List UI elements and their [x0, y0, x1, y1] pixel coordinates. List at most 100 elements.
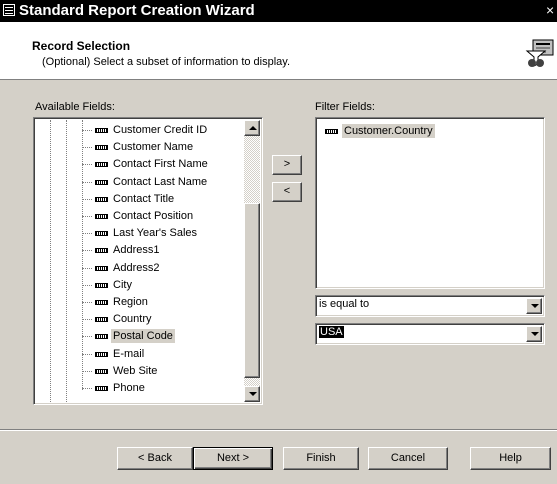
field-icon — [95, 351, 108, 357]
field-icon — [325, 129, 338, 134]
field-label: Customer Name — [113, 141, 194, 154]
tree-connector — [82, 388, 92, 389]
field-label: Contact Title — [113, 192, 175, 205]
back-button[interactable]: < Back — [117, 447, 193, 470]
close-icon[interactable]: × — [546, 3, 557, 18]
wizard-body: Available Fields: Customer Credit ID Cust… — [0, 80, 557, 484]
field-icon — [95, 265, 108, 271]
field-label: Contact Position — [113, 210, 194, 222]
window-title: Standard Report Creation Wizard — [19, 2, 255, 19]
next-button[interactable]: Next > — [193, 447, 273, 470]
filter-fields-list[interactable]: Customer.Country — [315, 117, 545, 289]
field-icon — [95, 179, 108, 185]
page-title: Record Selection — [32, 39, 131, 53]
field-icon — [95, 300, 108, 305]
add-field-button[interactable]: > — [272, 155, 302, 175]
tree-connector — [82, 336, 92, 338]
list-item[interactable]: Region — [82, 294, 244, 311]
field-label: Address2 — [113, 261, 160, 274]
tree-connector — [82, 250, 92, 252]
page-subtitle: (Optional) Select a subset of informatio… — [42, 56, 291, 68]
filter-field-label: Customer.Country — [342, 124, 435, 138]
chevron-down-icon — [531, 304, 539, 308]
finish-button[interactable]: Finish — [283, 447, 359, 470]
cancel-button[interactable]: Cancel — [368, 447, 448, 470]
tree-connector — [82, 164, 92, 166]
wizard-header: Record Selection (Optional) Select a sub… — [0, 22, 557, 80]
list-item[interactable]: Web Site — [82, 363, 244, 380]
field-label: Customer Credit ID — [113, 124, 208, 136]
tree-line — [66, 120, 67, 402]
list-item[interactable]: Last Year's Sales — [82, 225, 244, 242]
tree-connector — [82, 353, 92, 355]
list-item[interactable]: Customer Name — [82, 139, 244, 156]
field-icon — [95, 334, 108, 340]
field-icon — [95, 128, 108, 133]
field-icon — [95, 248, 108, 254]
tree-connector — [82, 370, 92, 372]
field-icon — [95, 368, 108, 374]
list-item[interactable]: Postal Code — [82, 328, 244, 345]
filter-value-combo[interactable]: USA — [315, 323, 545, 345]
field-icon — [95, 162, 108, 168]
available-fields-tree[interactable]: Customer Credit ID Customer Name Contact F… — [33, 117, 263, 405]
list-item[interactable]: Contact Title — [82, 191, 244, 208]
tree-connector — [82, 233, 92, 235]
field-label: Web Site — [113, 364, 158, 377]
operator-select[interactable]: is equal to — [315, 295, 545, 317]
arrow-down-icon — [249, 392, 257, 396]
tree-connector — [82, 147, 92, 149]
tree-connector — [82, 267, 92, 269]
tree-connector — [82, 319, 92, 321]
tree-line — [50, 120, 51, 402]
operator-value: is equal to — [319, 298, 370, 310]
list-item[interactable]: Address2 — [82, 260, 244, 277]
tree-connector — [82, 181, 92, 183]
tree-connector — [82, 302, 92, 303]
field-label: Address1 — [113, 244, 160, 257]
tree-connector — [82, 198, 92, 200]
field-label: City — [113, 278, 132, 291]
scroll-down-button[interactable] — [244, 386, 260, 402]
available-fields-label: Available Fields: — [35, 101, 115, 113]
scroll-thumb[interactable] — [244, 203, 260, 378]
tree-connector — [82, 284, 92, 286]
remove-field-button[interactable]: < — [272, 182, 302, 202]
field-icon — [95, 386, 108, 391]
app-icon — [3, 4, 15, 16]
list-item[interactable]: Contact First Name — [82, 156, 244, 173]
filter-wizard-icon — [525, 39, 554, 67]
field-label: Postal Code — [111, 329, 175, 344]
footer-divider — [0, 429, 557, 431]
tree-connector — [82, 216, 92, 217]
chevron-down-icon — [531, 332, 539, 336]
filter-value-text[interactable]: USA — [319, 326, 344, 338]
list-item[interactable]: E-mail — [82, 346, 244, 363]
scroll-up-button[interactable] — [244, 120, 260, 136]
filter-value-dropdown-button[interactable] — [526, 326, 542, 342]
field-icon — [95, 145, 108, 151]
available-fields-scrollbar[interactable] — [244, 120, 260, 402]
field-icon — [95, 282, 108, 288]
field-label: Contact First Name — [113, 158, 208, 171]
field-label: E-mail — [113, 347, 145, 360]
list-item[interactable]: Phone — [82, 380, 244, 397]
list-item[interactable]: Address1 — [82, 242, 244, 259]
list-item[interactable]: Customer Credit ID — [82, 122, 244, 139]
list-item[interactable]: City — [82, 277, 244, 294]
field-icon — [95, 231, 108, 237]
field-label: Region — [113, 296, 148, 308]
list-item[interactable]: Contact Position — [82, 208, 244, 225]
field-label: Country — [113, 313, 152, 326]
field-label: Last Year's Sales — [113, 227, 198, 240]
filter-fields-label: Filter Fields: — [315, 101, 375, 113]
list-item[interactable]: Country — [82, 311, 244, 328]
help-button[interactable]: Help — [470, 447, 551, 470]
operator-dropdown-button[interactable] — [526, 298, 542, 314]
list-item[interactable]: Contact Last Name — [82, 174, 244, 191]
field-icon — [95, 317, 108, 323]
filter-field-item[interactable]: Customer.Country — [322, 123, 522, 140]
arrow-up-icon — [249, 126, 257, 130]
field-icon — [95, 214, 108, 219]
title-bar: Standard Report Creation Wizard × — [0, 0, 557, 22]
